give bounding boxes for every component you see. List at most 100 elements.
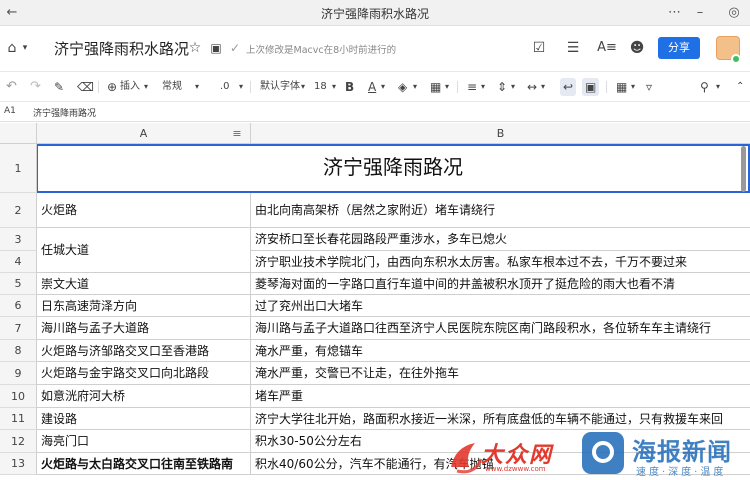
row-number[interactable]: 8 [0,340,37,362]
cell-b[interactable]: 济宁职业技术学院北门，由西向东积水太厉害。私家车根本过不去，千万不要过来 [251,251,750,273]
cell-a[interactable]: 日东高速菏泽方向 [37,295,251,317]
more-icon[interactable]: ⋯ [664,3,684,23]
collaborator-icon[interactable]: ☻ [628,39,646,57]
bold-icon[interactable]: B [345,78,354,96]
cell-b[interactable]: 海川路与孟子大道路口往西至济宁人民医院东院区南门路段积水，各位轿车车主请绕行 [251,317,750,340]
cell-a[interactable]: 海川路与孟子大道路 [37,317,251,340]
decimal-places-button[interactable]: .0 [220,78,230,96]
toolbar-divider [98,81,99,93]
cell-a[interactable]: 如意洸府河大桥 [37,385,251,408]
filter-icon[interactable]: ▿ [646,78,652,96]
row-number[interactable]: 12 [0,430,37,453]
border-dropdown-icon[interactable]: ▾ [445,78,449,96]
row-number[interactable]: 2 [0,193,37,228]
haiba-wordmark: 海报新闻 [632,438,732,466]
cell-a[interactable]: 海亮门口 [37,430,251,453]
cell-b[interactable]: 淹水严重，有熄锚车 [251,340,750,362]
document-title[interactable]: 济宁强降雨积水路况 [54,38,189,59]
insert-icon[interactable]: ⊕ [107,78,117,96]
cell-a[interactable]: 火炬路 [37,193,251,228]
align-dropdown-icon[interactable]: ▾ [481,78,485,96]
share-button[interactable]: 分享 [658,37,700,59]
minimize-icon[interactable]: – [690,3,710,23]
vertical-align-icon[interactable]: ⇕ [497,78,507,96]
cell-b[interactable]: 堵车严重 [251,385,750,408]
insert-menu[interactable]: 插入 [120,78,140,96]
font-dropdown-icon[interactable]: ▾ [301,78,305,96]
undo-icon[interactable]: ↶ [6,78,17,96]
table-icon[interactable]: ▦ [616,78,627,96]
haiba-logo-icon [582,432,624,474]
saved-check-icon: ✓ [229,41,241,55]
formula-bar: A1 济宁强降雨路况 [0,102,750,122]
cell-reference[interactable]: A1 [4,106,16,116]
cell-a[interactable]: 火炬路与太白路交叉口往南至铁路南 [37,453,251,475]
number-format-dropdown-icon[interactable]: ▾ [195,78,199,96]
cell-a[interactable]: 火炬路与济邹路交叉口至香港路 [37,340,251,362]
size-dropdown-icon[interactable]: ▾ [332,78,336,96]
font-family-select[interactable]: 默认字体 [260,78,300,96]
window-title: 济宁强降雨积水路况 [320,7,429,21]
row-number[interactable]: 3 [0,228,37,251]
document-header: ⌂ ▾ 济宁强降雨积水路况 ☆ ▣ ✓ 上次修改是Macvc在8小时前进行的 ☑… [0,26,750,72]
search-icon[interactable]: ⚲ [700,78,709,96]
wrap-text-icon[interactable]: ↩ [560,78,577,96]
fill-color-icon[interactable]: ◈ [398,78,407,96]
cell-a[interactable]: 任城大道 [37,228,251,273]
cell-b[interactable]: 济宁大学往北开始，路面积水接近一米深，所有底盘低的车辆不能通过，只有救援车来回 [251,408,750,430]
vertical-align-dropdown-icon[interactable]: ▾ [511,78,515,96]
align-left-icon[interactable]: ≡ [467,78,477,96]
font-color-icon[interactable]: A [368,78,376,96]
row-number[interactable]: 11 [0,408,37,430]
cell-b[interactable]: 由北向南高架桥（居然之家附近）堵车请绕行 [251,193,750,228]
text-style-icon[interactable]: A≡ [597,39,617,57]
row-number[interactable]: 13 [0,453,37,475]
star-icon[interactable]: ☆ [187,39,203,57]
cell-a[interactable]: 火炬路与金宇路交叉口向北路段 [37,362,251,385]
collapse-toolbar-icon[interactable]: ⌃ [736,78,744,96]
row-number[interactable]: 6 [0,295,37,317]
cell-a[interactable]: 崇文大道 [37,273,251,295]
window-titlebar: ← 济宁强降雨积水路况 ⋯ – ◎ [0,0,750,26]
table-dropdown-icon[interactable]: ▾ [631,78,635,96]
sheet-title-cell[interactable]: 济宁强降雨路况 [37,144,750,193]
row-number[interactable]: 10 [0,385,37,408]
decimal-dropdown-icon[interactable]: ▾ [239,78,243,96]
row-number[interactable]: 1 [0,144,37,193]
redo-icon[interactable]: ↷ [30,78,41,96]
cell-b[interactable]: 淹水严重，交警已不让走，在往外拖车 [251,362,750,385]
menu-icon[interactable]: ☰ [564,39,582,57]
merge-cells-icon[interactable]: ↔ [527,78,537,96]
cell-b[interactable]: 菱琴海对面的一字路口直行车道中间的井盖被积水顶开了挺危险的雨大也看不清 [251,273,750,295]
row-number[interactable]: 4 [0,251,37,273]
row-number[interactable]: 7 [0,317,37,340]
move-to-folder-icon[interactable]: ▣ [208,39,224,57]
dazhong-url: www.dzwww.com [485,465,546,473]
row-number[interactable]: 9 [0,362,37,385]
cell-a[interactable]: 建设路 [37,408,251,430]
cell-b[interactable]: 济安桥口至长春花园路段严重涉水，多车已熄火 [251,228,750,251]
font-color-dropdown-icon[interactable]: ▾ [381,78,385,96]
search-dropdown-icon[interactable]: ▾ [716,78,720,96]
row-number[interactable]: 5 [0,273,37,295]
review-checklist-icon[interactable]: ☑ [530,39,548,57]
freeze-icon[interactable]: ▣ [582,78,600,96]
clear-format-icon[interactable]: ⌫ [77,78,94,96]
close-circle-icon[interactable]: ◎ [724,3,744,23]
formula-input[interactable]: 济宁强降雨路况 [33,106,96,119]
insert-dropdown-icon[interactable]: ▾ [144,78,148,96]
column-header-a[interactable]: A [37,123,251,144]
column-filter-icon[interactable]: ≡ [230,125,244,143]
number-format-select[interactable]: 常规 [162,78,182,96]
vertical-scrollbar[interactable] [741,146,746,192]
format-painter-icon[interactable]: ✎ [54,78,64,96]
font-size-select[interactable]: 18 [314,78,327,96]
home-dropdown-icon[interactable]: ▾ [20,39,30,57]
home-icon[interactable]: ⌂ [4,39,20,57]
column-header-b[interactable]: B [251,123,750,144]
border-icon[interactable]: ▦ [430,78,441,96]
merge-dropdown-icon[interactable]: ▾ [541,78,545,96]
fill-color-dropdown-icon[interactable]: ▾ [413,78,417,96]
select-all-corner[interactable] [0,123,37,144]
cell-b[interactable]: 过了兖州出口大堵车 [251,295,750,317]
